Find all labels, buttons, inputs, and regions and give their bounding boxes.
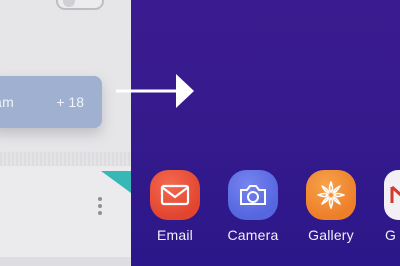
app-email[interactable]: Email [145,170,205,243]
camera-icon [228,170,278,220]
gmail-icon [384,170,400,220]
app-label: Gallery [308,227,354,243]
toggle-switch[interactable] [56,0,104,10]
email-icon [150,170,200,220]
more-vert-icon[interactable] [96,197,104,221]
account-chip[interactable]: am + 18 [0,76,102,128]
app-label: Camera [227,227,279,243]
settings-screen: am + 18 [0,0,131,266]
screenshot: am + 18 Email [0,0,400,266]
teal-corner-accent [101,171,131,193]
app-gallery[interactable]: Gallery [301,170,361,243]
app-camera[interactable]: Camera [223,170,283,243]
app-label: Email [156,227,193,243]
toggle-knob [63,0,75,7]
chip-text: am [0,94,15,110]
app-label: G [385,227,397,243]
app-gmail[interactable]: G [379,170,400,243]
divider [0,152,131,166]
chip-count: + 18 [56,94,84,110]
gallery-icon [306,170,356,220]
bottom-bar [0,257,131,266]
right-arrow-icon [116,74,194,108]
